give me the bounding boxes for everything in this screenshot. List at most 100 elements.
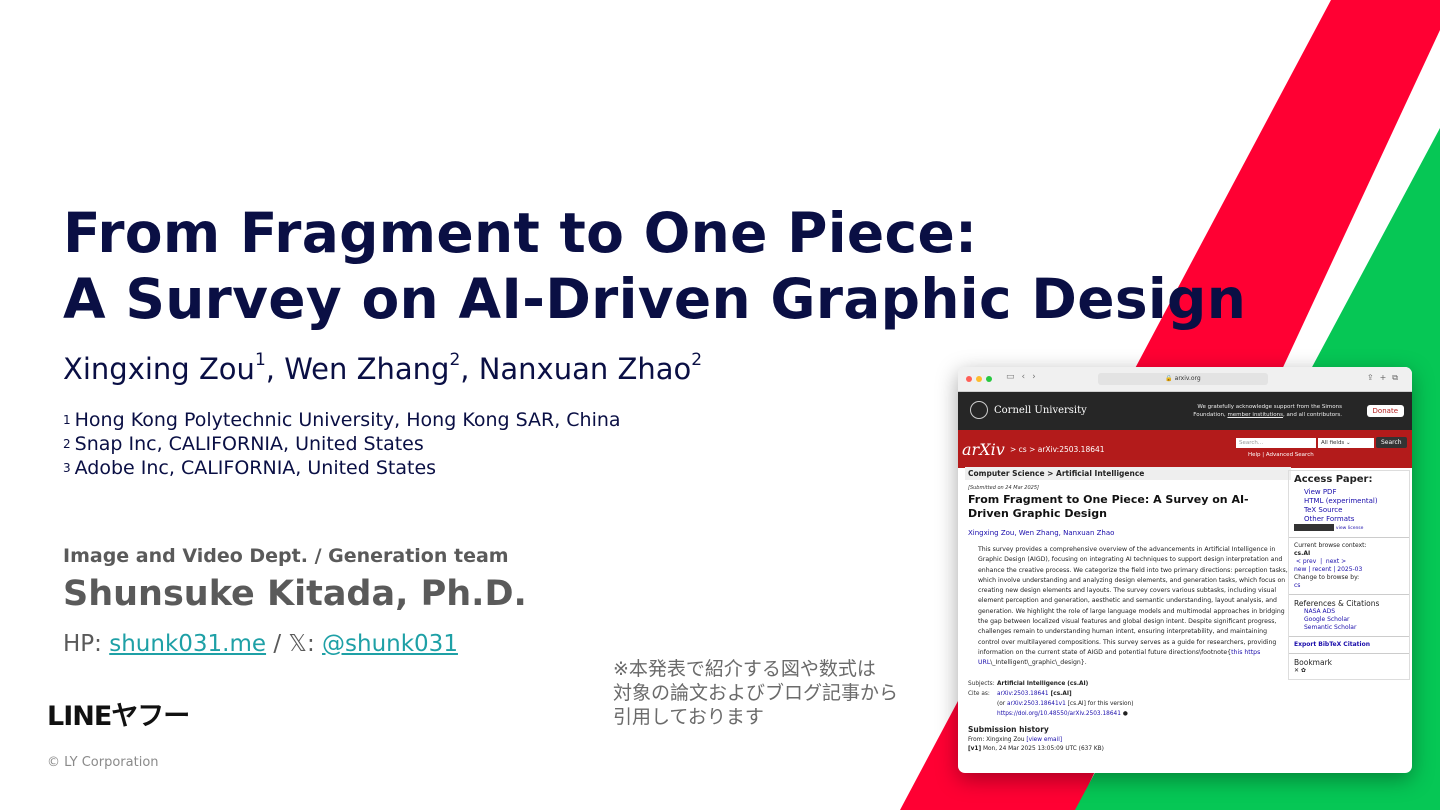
nav-icons[interactable]: ▭‹›: [1006, 372, 1043, 382]
help-links[interactable]: Help | Advanced Search: [1248, 452, 1314, 458]
note-line: ※本発表で紹介する図や数式は: [613, 658, 876, 680]
lineyahoo-logo: LINEヤフー: [47, 701, 190, 732]
close-window-icon[interactable]: [966, 376, 972, 382]
maximize-window-icon[interactable]: [986, 376, 992, 382]
browse-category: cs.AI: [1294, 550, 1311, 557]
browser-window: ▭‹› 🔒 arxiv.org ⇪+⧉ Cornell University W…: [958, 367, 1412, 773]
abstract: This survey provides a comprehensive ove…: [978, 545, 1288, 669]
affiliation-num: 1: [63, 413, 71, 427]
submission-history-title: Submission history: [968, 724, 1049, 734]
prev-link[interactable]: < prev: [1296, 558, 1316, 565]
new-recent-links[interactable]: new | recent | 2025-03: [1294, 566, 1404, 574]
copyright: © LY Corporation: [47, 755, 159, 770]
affiliation-item: 2 Snap Inc, CALIFORNIA, United States: [63, 432, 621, 456]
donate-button[interactable]: Donate: [1366, 405, 1404, 417]
other-formats-link[interactable]: Other Formats: [1304, 515, 1404, 524]
presenter-name: Shunsuke Kitada, Ph.D.: [63, 574, 527, 614]
author-name: Nanxuan Zhao: [478, 352, 692, 386]
refs-title: References & Citations: [1294, 599, 1380, 608]
paper-metadata: Subjects: Artificial Intelligence (cs.AI)…: [968, 679, 1288, 719]
cornell-name[interactable]: Cornell University: [994, 405, 1087, 416]
change-browse-label: Change to browse by:: [1294, 574, 1360, 581]
cc-license-badge[interactable]: [1294, 524, 1334, 531]
subjects-value: Artificial Intelligence (cs.AI): [997, 680, 1089, 687]
subject-bar[interactable]: Computer Science > Artificial Intelligen…: [965, 467, 1291, 480]
ack-text: Foundation,: [1193, 412, 1228, 418]
cornell-seal-icon: [970, 401, 988, 419]
url-text: arxiv.org: [1174, 375, 1201, 382]
cite-or-end: [cs.AI] for this version): [1065, 700, 1134, 707]
browse-context-label: Current browse context:: [1294, 542, 1367, 549]
google-scholar-link[interactable]: Google Scholar: [1304, 616, 1404, 624]
search-button[interactable]: Search: [1376, 437, 1407, 448]
paper-authors[interactable]: Xingxing Zou, Wen Zhang, Nanxuan Zhao: [968, 529, 1288, 537]
title-line-1: From Fragment to One Piece:: [63, 201, 978, 265]
citation-note: ※本発表で紹介する図や数式は 対象の論文およびブログ記事から 引用しております: [613, 657, 898, 729]
v1-text: Mon, 24 Mar 2025 13:05:09 UTC (637 KB): [981, 745, 1104, 752]
affiliation-item: 3 Adobe Inc, CALIFORNIA, United States: [63, 456, 621, 480]
bookmark-title: Bookmark: [1294, 658, 1332, 667]
field-select-value: All fields: [1321, 440, 1345, 446]
browse-cs-link[interactable]: cs: [1294, 582, 1404, 590]
abstract-text-end: \_Intelligent\_graphic\_design}.: [990, 659, 1087, 667]
slide-title: From Fragment to One Piece: A Survey on …: [63, 200, 1246, 332]
access-paper-title: Access Paper:: [1294, 474, 1373, 485]
affiliation-num: 2: [63, 437, 71, 451]
affiliation-list: 1 Hong Kong Polytechnic University, Hong …: [63, 408, 621, 480]
affiliation-text: Adobe Inc, CALIFORNIA, United States: [74, 457, 437, 479]
affiliation-text: Hong Kong Polytechnic University, Hong K…: [74, 409, 621, 431]
tex-source-link[interactable]: TeX Source: [1304, 506, 1404, 515]
arxiv-header: arXiv > cs > arXiv:2503.18641 Search... …: [958, 430, 1412, 468]
contact-line: HP: shunk031.me / 𝕏: @shunk031: [63, 631, 458, 657]
department: Image and Video Dept. / Generation team: [63, 545, 509, 567]
minimize-window-icon[interactable]: [976, 376, 982, 382]
author-affil-sup: 2: [691, 350, 703, 370]
toolbar-right-icons[interactable]: ⇪+⧉: [1367, 373, 1404, 383]
cite-v1-link[interactable]: arXiv:2503.18641v1: [1007, 701, 1066, 707]
browser-toolbar: ▭‹› 🔒 arxiv.org ⇪+⧉: [958, 367, 1412, 392]
support-acknowledgement: We gratefully acknowledge support from t…: [1192, 403, 1342, 419]
author-name: Xingxing Zou: [63, 352, 255, 386]
author-name: Wen Zhang: [284, 352, 450, 386]
arxiv-logo[interactable]: arXiv: [962, 440, 1005, 459]
export-bibtex-link[interactable]: Export BibTeX Citation: [1294, 641, 1404, 649]
x-label: 𝕏:: [288, 631, 323, 657]
semantic-scholar-link[interactable]: Semantic Scholar: [1304, 624, 1404, 632]
homepage-link[interactable]: shunk031.me: [109, 631, 266, 657]
author-affil-sup: 1: [254, 350, 266, 370]
nasa-ads-link[interactable]: NASA ADS: [1304, 608, 1404, 616]
author-list: Xingxing Zou1, Wen Zhang2, Nanxuan Zhao2: [63, 350, 703, 386]
member-institutions-link[interactable]: member institutions: [1227, 412, 1283, 418]
subjects-label: Subjects:: [968, 680, 995, 687]
x-handle-link[interactable]: @shunk031: [322, 631, 458, 657]
contact-sep: /: [266, 631, 289, 657]
breadcrumb[interactable]: > cs > arXiv:2503.18641: [1010, 445, 1105, 454]
view-license-link[interactable]: view license: [1336, 526, 1364, 531]
v1-label: [v1]: [968, 745, 982, 752]
cite-or: (or: [997, 700, 1008, 707]
affiliation-num: 3: [63, 461, 71, 475]
author-sep: ,: [265, 352, 285, 386]
view-email-link[interactable]: [view email]: [1026, 737, 1062, 743]
author-sep: ,: [460, 352, 479, 386]
submitted-date: [Submitted on 24 Mar 2025]: [968, 485, 1039, 491]
doi-link[interactable]: https://doi.org/10.48550/arXiv.2503.1864…: [997, 711, 1121, 717]
author-affil-sup: 2: [449, 350, 461, 370]
affiliation-text: Snap Inc, CALIFORNIA, United States: [74, 433, 424, 455]
bookmark-icons[interactable]: ✕ ✿: [1294, 667, 1404, 675]
cite-label: Cite as:: [968, 690, 990, 697]
field-select[interactable]: All fields ⌄: [1318, 438, 1374, 448]
ack-text: , and all contributors.: [1283, 412, 1342, 418]
cite-id-link[interactable]: arXiv:2503.18641: [997, 691, 1049, 697]
abstract-text: This survey provides a comprehensive ove…: [978, 546, 1288, 656]
html-link[interactable]: HTML (experimental): [1304, 497, 1404, 506]
next-link[interactable]: next >: [1326, 558, 1346, 565]
paper-title: From Fragment to One Piece: A Survey on …: [968, 493, 1249, 520]
search-input[interactable]: Search...: [1236, 438, 1316, 448]
hp-label: HP:: [63, 631, 110, 657]
view-pdf-link[interactable]: View PDF: [1304, 488, 1404, 497]
url-bar[interactable]: 🔒 arxiv.org: [1098, 373, 1268, 385]
paper-sidebar: Access Paper: View PDF HTML (experimenta…: [1288, 470, 1410, 680]
info-icon[interactable]: ●: [1123, 711, 1128, 717]
cornell-header: Cornell University We gratefully acknowl…: [958, 392, 1412, 430]
